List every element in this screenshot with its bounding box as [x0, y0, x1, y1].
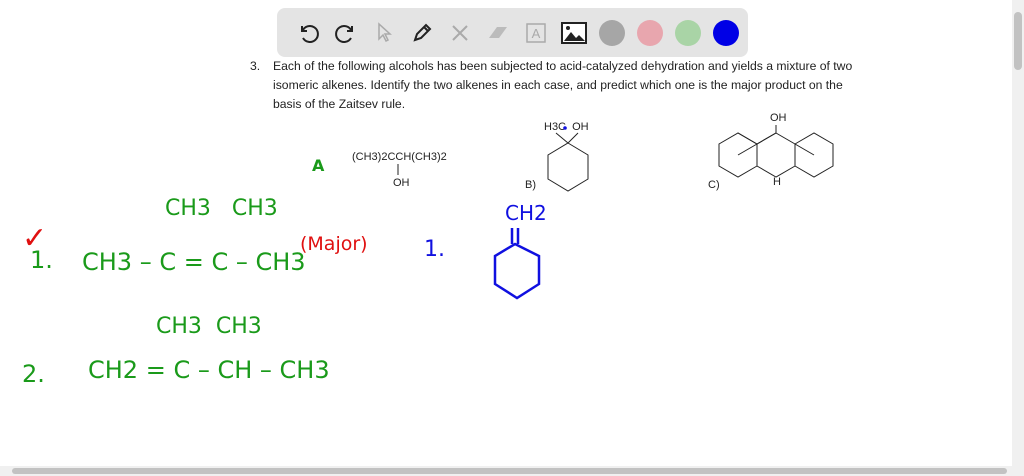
- cyclohexane-b: [547, 132, 589, 192]
- product-1-formula: CH3 – C = C – CH3: [82, 248, 306, 276]
- b-product-1-number: 1.: [424, 237, 445, 262]
- product-2-number: 2.: [22, 360, 45, 388]
- horizontal-scrollbar[interactable]: [0, 466, 1024, 476]
- blue-dot: [563, 126, 567, 130]
- product-2-formula: CH2 = C – CH – CH3: [88, 356, 330, 384]
- product-2-substituents: CH3 CH3: [156, 314, 262, 339]
- methylenecyclohexane: [493, 228, 541, 300]
- vertical-scrollbar[interactable]: [1012, 0, 1024, 466]
- major-label: (Major): [300, 233, 368, 255]
- label-a: A: [312, 156, 325, 175]
- green-annotations: A ✓ 1. CH3 CH3 CH3 – C = C – CH3 2. CH3 …: [22, 156, 330, 388]
- vertical-scroll-thumb[interactable]: [1014, 12, 1022, 70]
- product-1-number: 1.: [30, 246, 53, 274]
- decalin-c: [718, 125, 834, 178]
- horizontal-scroll-thumb[interactable]: [12, 468, 1007, 474]
- annotation-canvas: A ✓ 1. CH3 CH3 CH3 – C = C – CH3 2. CH3 …: [22, 125, 834, 388]
- product-1-substituents: CH3 CH3: [165, 196, 278, 221]
- blue-annotations: 1. CH2: [424, 201, 547, 300]
- b-product-ch2: CH2: [505, 201, 547, 225]
